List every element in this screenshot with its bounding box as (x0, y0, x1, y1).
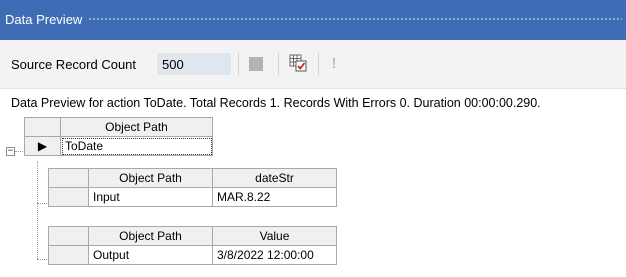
child-grid-output: Object Path Value Output 3/8/2022 12:00:… (48, 226, 337, 265)
child-grid-input: Object Path dateStr Input MAR.8.22 (48, 168, 337, 207)
column-header-object-path[interactable]: Object Path (88, 168, 213, 188)
row-header-corner (24, 117, 61, 137)
toolbar-separator (238, 53, 239, 75)
exclamation-icon[interactable]: ! (329, 54, 339, 74)
table-row[interactable]: ▶ ToDate (24, 136, 213, 156)
table-row[interactable]: Output 3/8/2022 12:00:00 (48, 245, 337, 265)
column-header-object-path[interactable]: Object Path (60, 117, 213, 137)
grid-check-icon[interactable] (289, 54, 307, 72)
tree-connector (15, 151, 25, 152)
object-path-cell[interactable]: Output (88, 245, 213, 265)
toolbar: Source Record Count ! (0, 40, 626, 89)
stop-icon[interactable] (249, 57, 263, 71)
current-row-arrow-icon[interactable]: ▶ (24, 136, 61, 156)
column-header-object-path[interactable]: Object Path (88, 226, 213, 246)
toolbar-separator (278, 53, 279, 75)
child-grid-header-row: Object Path Value (48, 226, 337, 246)
row-header[interactable] (48, 187, 89, 207)
row-header-corner (48, 168, 89, 188)
value-cell[interactable]: 3/8/2022 12:00:00 (212, 245, 337, 265)
main-grid: Object Path ▶ ToDate (24, 117, 213, 156)
toolbar-separator (318, 53, 319, 75)
title-grip-dots (88, 17, 622, 21)
tree-connector (37, 161, 38, 259)
panel-title-bar: Data Preview (0, 0, 626, 40)
status-message: Data Preview for action ToDate. Total Re… (11, 96, 541, 110)
source-record-count-input[interactable] (157, 53, 231, 75)
row-header[interactable] (48, 245, 89, 265)
column-header-datestr[interactable]: dateStr (212, 168, 337, 188)
collapse-icon[interactable]: − (6, 147, 15, 156)
table-row[interactable]: Input MAR.8.22 (48, 187, 337, 207)
object-path-cell[interactable]: Input (88, 187, 213, 207)
row-header-corner (48, 226, 89, 246)
object-path-cell[interactable]: ToDate (60, 136, 213, 156)
main-grid-header-row: Object Path (24, 117, 213, 137)
source-record-count-label: Source Record Count (11, 57, 137, 72)
column-header-value[interactable]: Value (212, 226, 337, 246)
child-grid-header-row: Object Path dateStr (48, 168, 337, 188)
datestr-cell[interactable]: MAR.8.22 (212, 187, 337, 207)
panel-title: Data Preview (5, 11, 83, 27)
